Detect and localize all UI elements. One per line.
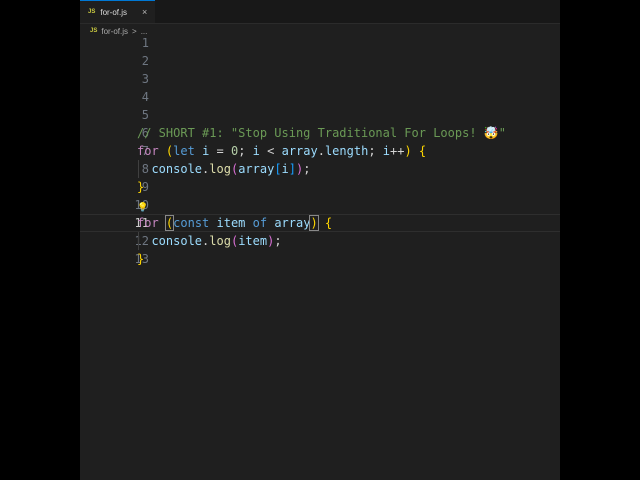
code-token: for (137, 216, 159, 230)
code-token: const (173, 216, 210, 230)
javascript-file-icon: JS (88, 9, 96, 15)
code-line[interactable]: 13} (80, 250, 560, 268)
code-token: console (137, 162, 203, 176)
code-line[interactable]: 3 (80, 70, 560, 88)
code-token: { (324, 216, 333, 230)
tab-bar: JS for-of.js × (80, 0, 560, 24)
code-text: for (let i = 0; i < array.length; i++) { (137, 142, 426, 160)
code-area[interactable]: 1 2 3 4 5 6// SHORT #1: "Stop Using Tradition… (80, 34, 560, 268)
code-token: item (238, 234, 268, 248)
line-number: 1 (141, 36, 149, 50)
code-token: ; (368, 144, 383, 158)
code-token: } (137, 252, 145, 266)
code-token: { (418, 144, 427, 158)
code-token: [ (274, 162, 282, 176)
code-line[interactable]: 9} (80, 178, 560, 196)
code-token: i (281, 162, 289, 176)
code-token: // SHORT #1: "Stop Using Traditional For… (137, 126, 506, 140)
code-token: ; (303, 162, 311, 176)
code-token: console (137, 234, 203, 248)
code-text: console.log(item); (137, 232, 282, 250)
line-number: 3 (141, 72, 149, 86)
tab-for-of-js[interactable]: JS for-of.js × (80, 0, 156, 23)
code-token: = (216, 144, 231, 158)
code-token: ++ (390, 144, 405, 158)
code-line[interactable]: 2 (80, 52, 560, 70)
code-token: array (238, 162, 275, 176)
code-token: ) (309, 215, 319, 231)
code-text: for (const item of array) { (137, 215, 332, 231)
code-token: log (209, 234, 231, 248)
code-text: } (137, 250, 144, 268)
code-line[interactable]: 1 (80, 34, 560, 52)
code-token: log (209, 162, 231, 176)
code-token: i (194, 144, 217, 158)
code-token: . (317, 144, 325, 158)
code-token: array (281, 144, 318, 158)
code-text: console.log(array[i]); (137, 160, 310, 178)
close-icon[interactable]: × (142, 7, 147, 17)
code-token: ] (288, 162, 297, 176)
code-token: } (137, 180, 145, 194)
code-text: } (137, 178, 144, 196)
tab-label: for-of.js (100, 7, 128, 17)
editor-window: JS for-of.js × JS for-of.js > ... 123456… (80, 0, 560, 480)
code-line[interactable]: 6// SHORT #1: "Stop Using Traditional Fo… (80, 124, 560, 142)
code-token: item (209, 216, 253, 230)
code-line[interactable]: 12 console.log(item); (80, 232, 560, 250)
line-number: 2 (141, 54, 149, 68)
code-line[interactable]: 5 (80, 106, 560, 124)
code-token: i (382, 144, 390, 158)
code-text: // SHORT #1: "Stop Using Traditional For… (137, 124, 506, 142)
line-number: 4 (141, 90, 149, 104)
code-token: i (252, 144, 260, 158)
code-token: ) (404, 144, 412, 158)
code-token: of (252, 216, 268, 230)
code-token: ; (274, 234, 282, 248)
code-line[interactable]: 8 console.log(array[i]); (80, 160, 560, 178)
code-token: < (259, 144, 282, 158)
code-token: let (173, 144, 195, 158)
code-line[interactable]: 11 for (const item of array) { (80, 214, 560, 232)
code-line[interactable]: 7 for (let i = 0; i < array.length; i++) … (80, 142, 560, 160)
code-token: ; (238, 144, 253, 158)
code-token: for (137, 144, 159, 158)
code-token: array (267, 216, 311, 230)
code-token: length (324, 144, 369, 158)
code-line[interactable]: 4 (80, 88, 560, 106)
line-number: 5 (141, 108, 149, 122)
code-line[interactable]: 10 💡 (80, 196, 560, 214)
